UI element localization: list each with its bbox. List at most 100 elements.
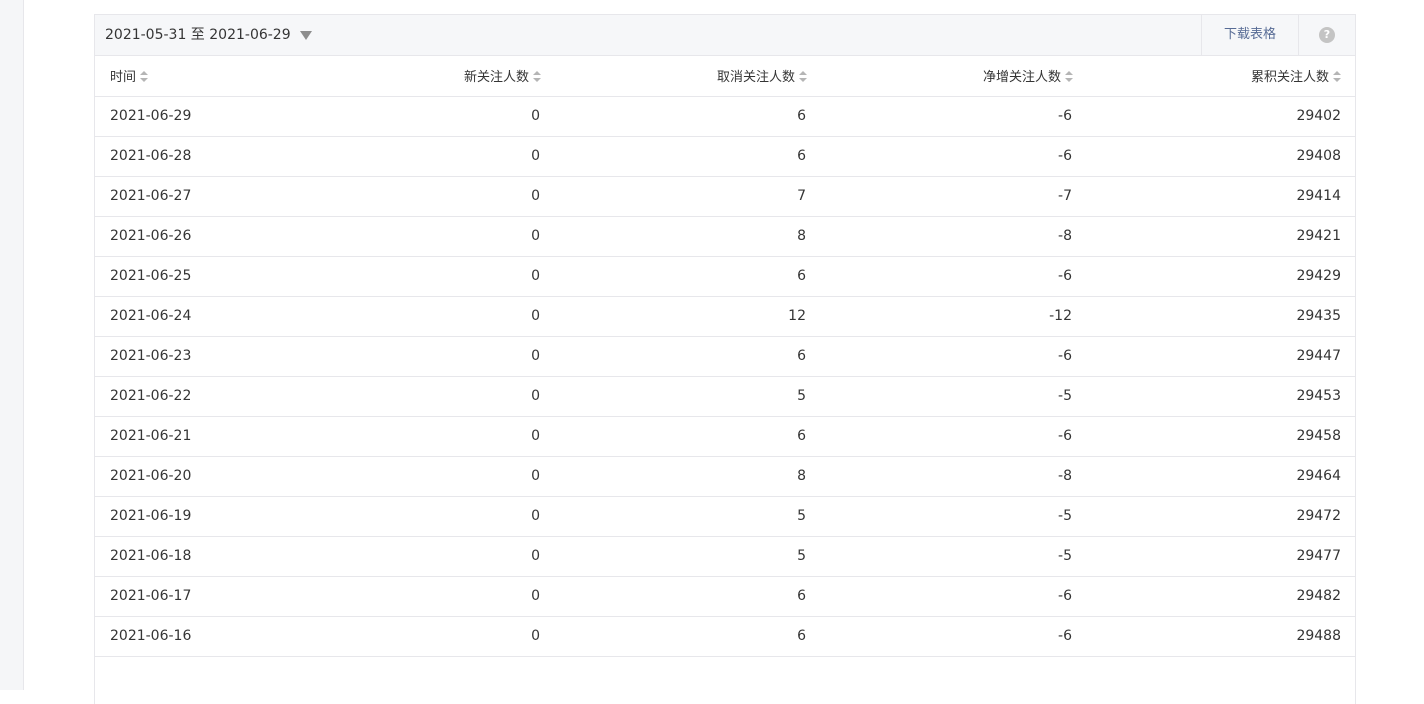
cell-unfollowers: 5 bbox=[550, 536, 817, 577]
cell-date-value: 2021-06-23 bbox=[110, 348, 192, 364]
header-net-followers[interactable]: 净增关注人数 bbox=[817, 56, 1084, 97]
cell-total-followers-value: 29402 bbox=[1296, 108, 1341, 124]
cell-net-followers: -12 bbox=[817, 296, 1084, 337]
cell-total-followers: 29408 bbox=[1084, 136, 1355, 177]
cell-unfollowers: 6 bbox=[550, 136, 817, 177]
cell-new-followers-value: 0 bbox=[531, 468, 540, 484]
header-unfollowers[interactable]: 取消关注人数 bbox=[550, 56, 817, 97]
cell-net-followers: -6 bbox=[817, 256, 1084, 297]
header-time[interactable]: 时间 bbox=[95, 56, 285, 97]
table-row: 2021-06-27 0 7 -7 29414 bbox=[95, 176, 1355, 217]
cell-net-followers-value: -5 bbox=[1058, 388, 1072, 404]
cell-new-followers: 0 bbox=[285, 216, 550, 257]
cell-unfollowers-value: 5 bbox=[797, 548, 806, 564]
cell-date: 2021-06-28 bbox=[95, 136, 285, 177]
cell-net-followers-value: -6 bbox=[1058, 348, 1072, 364]
table-row: 2021-06-22 0 5 -5 29453 bbox=[95, 376, 1355, 417]
cell-total-followers: 29477 bbox=[1084, 536, 1355, 577]
cell-new-followers: 0 bbox=[285, 536, 550, 577]
table-row: 2021-06-16 0 6 -6 29488 bbox=[95, 616, 1355, 657]
cell-date: 2021-06-19 bbox=[95, 496, 285, 537]
sort-icon bbox=[1333, 71, 1341, 83]
cell-unfollowers: 6 bbox=[550, 576, 817, 617]
cell-total-followers-value: 29488 bbox=[1296, 628, 1341, 644]
date-range-picker[interactable]: 2021-05-31 至 2021-06-29 bbox=[105, 15, 312, 55]
table-row: 2021-06-28 0 6 -6 29408 bbox=[95, 136, 1355, 177]
cell-total-followers-value: 29477 bbox=[1296, 548, 1341, 564]
cell-new-followers: 0 bbox=[285, 256, 550, 297]
cell-date: 2021-06-22 bbox=[95, 376, 285, 417]
cell-date-value: 2021-06-29 bbox=[110, 108, 192, 124]
cell-unfollowers: 6 bbox=[550, 96, 817, 137]
cell-date-value: 2021-06-17 bbox=[110, 588, 192, 604]
cell-date: 2021-06-26 bbox=[95, 216, 285, 257]
cell-net-followers-value: -5 bbox=[1058, 548, 1072, 564]
cell-total-followers: 29472 bbox=[1084, 496, 1355, 537]
header-unfollowers-label: 取消关注人数 bbox=[716, 70, 795, 86]
header-total-followers[interactable]: 累积关注人数 bbox=[1084, 56, 1355, 97]
cell-net-followers: -5 bbox=[817, 496, 1084, 537]
cell-date: 2021-06-25 bbox=[95, 256, 285, 297]
cell-new-followers: 0 bbox=[285, 416, 550, 457]
cell-total-followers: 29421 bbox=[1084, 216, 1355, 257]
cell-new-followers-value: 0 bbox=[531, 508, 540, 524]
cell-unfollowers: 5 bbox=[550, 496, 817, 537]
header-net-followers-label: 净增关注人数 bbox=[982, 70, 1061, 86]
cell-net-followers-value: -6 bbox=[1058, 628, 1072, 644]
cell-net-followers-value: -8 bbox=[1058, 228, 1072, 244]
cell-new-followers-value: 0 bbox=[531, 388, 540, 404]
table-row: 2021-06-20 0 8 -8 29464 bbox=[95, 456, 1355, 497]
table-row: 2021-06-17 0 6 -6 29482 bbox=[95, 576, 1355, 617]
download-table-button[interactable]: 下载表格 bbox=[1201, 15, 1299, 55]
cell-net-followers-value: -5 bbox=[1058, 508, 1072, 524]
table-row: 2021-06-25 0 6 -6 29429 bbox=[95, 256, 1355, 297]
cell-net-followers: -6 bbox=[817, 576, 1084, 617]
cell-unfollowers: 6 bbox=[550, 336, 817, 377]
cell-net-followers: -7 bbox=[817, 176, 1084, 217]
cell-new-followers-value: 0 bbox=[531, 428, 540, 444]
table-row: 2021-06-26 0 8 -8 29421 bbox=[95, 216, 1355, 257]
cell-unfollowers: 8 bbox=[550, 456, 817, 497]
cell-new-followers-value: 0 bbox=[531, 148, 540, 164]
cell-total-followers: 29458 bbox=[1084, 416, 1355, 457]
cell-new-followers: 0 bbox=[285, 496, 550, 537]
cell-total-followers: 29447 bbox=[1084, 336, 1355, 377]
fans-data-table: 时间 新关注人数 取消关注人数 净增关注人数 累积关注人数 2021-06-29… bbox=[95, 56, 1355, 657]
header-new-followers[interactable]: 新关注人数 bbox=[285, 56, 550, 97]
sort-icon bbox=[1065, 71, 1073, 83]
table-body: 2021-06-29 0 6 -6 29402 2021-06-28 0 6 -6 29408 20… bbox=[95, 96, 1355, 657]
cell-unfollowers-value: 5 bbox=[797, 388, 806, 404]
cell-new-followers-value: 0 bbox=[531, 588, 540, 604]
cell-total-followers-value: 29453 bbox=[1296, 388, 1341, 404]
cell-date: 2021-06-23 bbox=[95, 336, 285, 377]
cell-total-followers: 29402 bbox=[1084, 96, 1355, 137]
sort-icon bbox=[533, 71, 541, 83]
header-time-label: 时间 bbox=[110, 70, 137, 86]
cell-new-followers: 0 bbox=[285, 136, 550, 177]
cell-date: 2021-06-29 bbox=[95, 96, 285, 137]
cell-unfollowers-value: 6 bbox=[797, 428, 806, 444]
table-row: 2021-06-29 0 6 -6 29402 bbox=[95, 96, 1355, 137]
caret-down-icon bbox=[299, 31, 312, 40]
cell-new-followers-value: 0 bbox=[531, 308, 540, 324]
cell-date: 2021-06-24 bbox=[95, 296, 285, 337]
cell-net-followers: -6 bbox=[817, 336, 1084, 377]
cell-total-followers: 29464 bbox=[1084, 456, 1355, 497]
sort-icon bbox=[140, 71, 149, 83]
cell-unfollowers: 7 bbox=[550, 176, 817, 217]
help-button[interactable]: ? bbox=[1299, 15, 1355, 55]
cell-new-followers-value: 0 bbox=[531, 228, 540, 244]
cell-new-followers: 0 bbox=[285, 176, 550, 217]
cell-new-followers-value: 0 bbox=[531, 348, 540, 364]
cell-unfollowers-value: 8 bbox=[797, 228, 806, 244]
table-row: 2021-06-18 0 5 -5 29477 bbox=[95, 536, 1355, 577]
cell-date: 2021-06-21 bbox=[95, 416, 285, 457]
date-range-label: 2021-05-31 至 2021-06-29 bbox=[105, 27, 291, 43]
cell-net-followers: -8 bbox=[817, 456, 1084, 497]
cell-date: 2021-06-20 bbox=[95, 456, 285, 497]
cell-total-followers-value: 29414 bbox=[1296, 188, 1341, 204]
cell-unfollowers-value: 7 bbox=[797, 188, 806, 204]
cell-total-followers-value: 29447 bbox=[1296, 348, 1341, 364]
question-circle-icon: ? bbox=[1319, 27, 1335, 43]
cell-date-value: 2021-06-21 bbox=[110, 428, 192, 444]
